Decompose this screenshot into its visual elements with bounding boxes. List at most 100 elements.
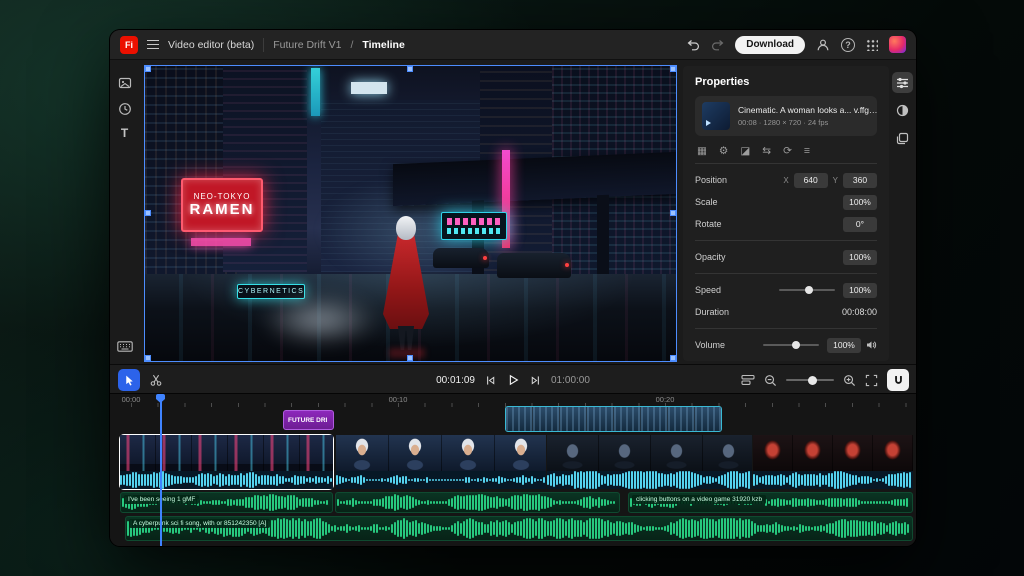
- left-toolbar: T: [110, 60, 139, 364]
- speed-slider[interactable]: [779, 289, 835, 291]
- selection-handle[interactable]: [670, 355, 676, 361]
- speed-label: Speed: [695, 285, 721, 295]
- silver-hair: [396, 216, 416, 240]
- scale-input[interactable]: 100%: [843, 195, 877, 210]
- opacity-input[interactable]: 100%: [843, 250, 877, 265]
- previous-frame-button[interactable]: [484, 374, 497, 387]
- download-button[interactable]: Download: [735, 36, 805, 54]
- audio-clip-3[interactable]: clicking buttons on a video game 31920 k…: [628, 492, 913, 513]
- flip-icon[interactable]: ⇆: [762, 145, 771, 157]
- video-preview-canvas[interactable]: NEO-TOKYO RAMEN CYBERNETICS: [145, 66, 676, 361]
- hamburger-menu-icon[interactable]: [147, 40, 159, 49]
- breadcrumb-separator: /: [350, 39, 353, 51]
- video-clip-selected[interactable]: [120, 435, 333, 489]
- rotate-input[interactable]: 0°: [843, 217, 877, 232]
- reset-icon[interactable]: ⟳: [783, 145, 792, 157]
- apps-grid-icon[interactable]: [866, 39, 878, 51]
- firefly-logo[interactable]: Fi: [120, 36, 138, 54]
- video-clip-mech[interactable]: [547, 435, 752, 489]
- selection-handle[interactable]: [670, 210, 676, 216]
- zoom-in-icon[interactable]: [843, 374, 856, 387]
- ramen-sign-top-text: NEO-TOKYO: [194, 192, 251, 201]
- clip-audio-waveform: [547, 471, 752, 489]
- clip-audio-waveform: [336, 471, 546, 489]
- adjustments-icon[interactable]: [892, 100, 913, 121]
- overlay-filmstrip: [506, 407, 721, 431]
- speed-input[interactable]: 100%: [843, 283, 877, 298]
- music-clip[interactable]: A cyberpunk sci fi song, with or 8512423…: [125, 516, 913, 541]
- divider: [695, 273, 877, 274]
- breadcrumb-project[interactable]: Future Drift V1: [273, 39, 341, 51]
- firefly-app-icon[interactable]: [889, 36, 906, 53]
- legs: [397, 326, 415, 350]
- selection-handle[interactable]: [407, 66, 413, 72]
- selection-handle[interactable]: [145, 355, 151, 361]
- properties-title: Properties: [695, 76, 877, 88]
- duration-label: Duration: [695, 307, 729, 317]
- x-axis-label: X: [783, 176, 788, 185]
- position-y-input[interactable]: 360: [843, 173, 877, 188]
- volume-input[interactable]: 100%: [827, 338, 861, 353]
- volume-slider[interactable]: [763, 344, 819, 346]
- track-options-icon[interactable]: [741, 374, 755, 386]
- distribute-icon[interactable]: ≡: [804, 145, 810, 157]
- media-icon[interactable]: [116, 74, 133, 91]
- scene-car: [433, 248, 489, 268]
- filmstrip: [120, 435, 333, 471]
- speaker-icon[interactable]: [866, 340, 877, 350]
- video-clip-woman[interactable]: [336, 435, 546, 489]
- redo-button[interactable]: [711, 39, 724, 51]
- settings-icon[interactable]: ⚙: [719, 145, 728, 157]
- play-button[interactable]: [506, 373, 520, 387]
- audio-clip-label: clicking buttons on a video game 31920 k…: [632, 495, 766, 504]
- app-title: Video editor (beta): [168, 39, 254, 51]
- preview-frame: NEO-TOKYO RAMEN CYBERNETICS: [145, 66, 676, 361]
- next-frame-button[interactable]: [529, 374, 542, 387]
- volume-row: Volume 100%: [695, 334, 877, 356]
- selection-handle[interactable]: [145, 210, 151, 216]
- clip-thumbnail: [702, 102, 730, 130]
- crop-icon[interactable]: ▦: [697, 145, 707, 157]
- zoom-out-icon[interactable]: [764, 374, 777, 387]
- selected-clip-card[interactable]: Cinematic. A woman looks a... v.ffgenvid…: [695, 96, 877, 136]
- timeline[interactable]: 00:00 00:10 00:20 00:30 FUTURE DRI: [110, 394, 916, 546]
- divider: [695, 240, 877, 241]
- filmstrip: [753, 435, 913, 471]
- account-icon[interactable]: [816, 38, 830, 52]
- y-axis-label: Y: [833, 176, 838, 185]
- overlay-video-clip[interactable]: [505, 406, 722, 432]
- clip-audio-waveform: [120, 471, 333, 489]
- timeline-zoom-slider[interactable]: [786, 379, 834, 381]
- scene-car: [497, 253, 571, 278]
- position-x-input[interactable]: 640: [794, 173, 828, 188]
- duration-row: Duration 00:08:00: [695, 301, 877, 323]
- clock-icon[interactable]: [116, 100, 133, 117]
- selection-handle[interactable]: [670, 66, 676, 72]
- video-clip-red-robot[interactable]: [753, 435, 913, 489]
- text-clip-future-drift[interactable]: FUTURE DRI: [283, 410, 334, 430]
- audio-clip-1[interactable]: I've been seeing 1 gMF: [120, 492, 333, 513]
- scene-caped-woman: [381, 216, 431, 352]
- fit-timeline-icon[interactable]: [865, 374, 878, 387]
- selection-handle[interactable]: [407, 355, 413, 361]
- ramen-neon-sign: NEO-TOKYO RAMEN: [181, 178, 263, 232]
- app-window: Fi Video editor (beta) Future Drift V1 /…: [110, 30, 916, 546]
- total-duration: 01:00:00: [551, 375, 590, 386]
- playhead[interactable]: [160, 394, 162, 546]
- ruler-label: 00:20: [656, 395, 675, 404]
- neon-sign-pink-small: [191, 238, 251, 246]
- properties-panel-icon[interactable]: [892, 72, 913, 93]
- help-icon[interactable]: ?: [841, 38, 855, 52]
- selection-handle[interactable]: [145, 66, 151, 72]
- rotate-row: Rotate 0°: [695, 213, 877, 235]
- layers-icon[interactable]: [892, 128, 913, 149]
- undo-button[interactable]: [687, 39, 700, 51]
- audio-clip-2[interactable]: [335, 492, 620, 513]
- snap-magnet-toggle[interactable]: [887, 369, 909, 391]
- text-icon[interactable]: T: [116, 124, 133, 141]
- clip-meta: 00:08 · 1280 × 720 · 24 fps: [738, 118, 880, 127]
- scale-label: Scale: [695, 197, 718, 207]
- opacity-label: Opacity: [695, 252, 726, 262]
- mask-icon[interactable]: ◪: [740, 145, 750, 157]
- keyboard-shortcuts-icon[interactable]: [116, 338, 133, 355]
